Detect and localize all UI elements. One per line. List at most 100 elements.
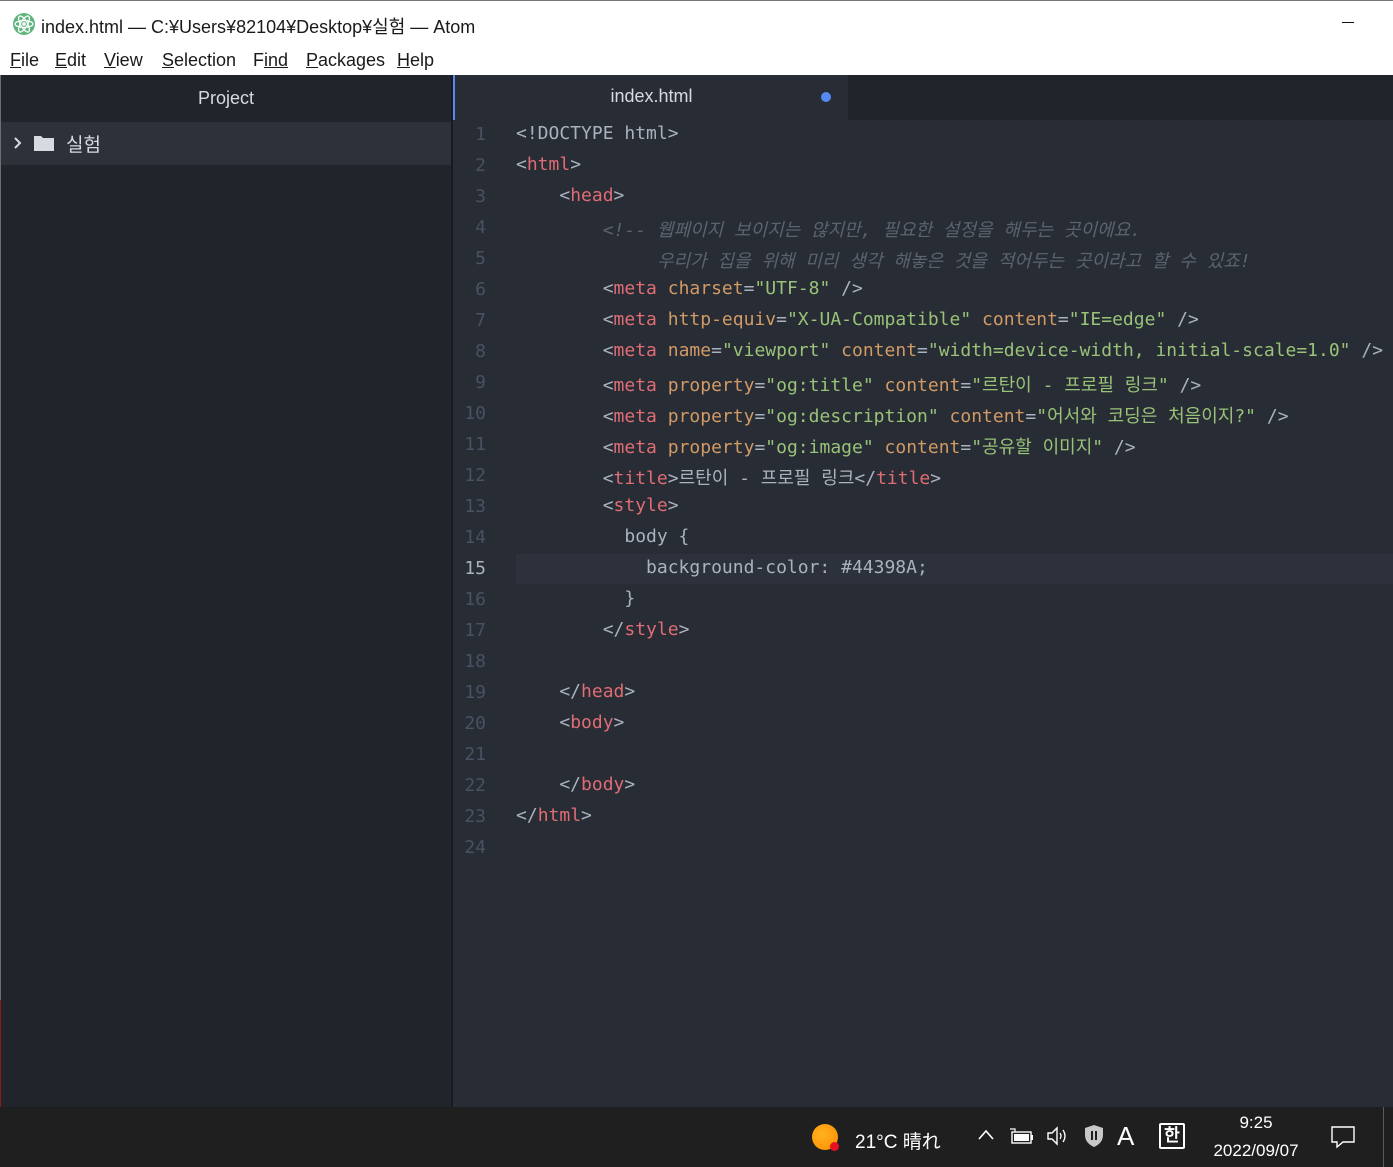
ime-mode-indicator[interactable]: A [1117, 1121, 1134, 1152]
line-number[interactable]: 12 [453, 465, 486, 486]
line-number[interactable]: 11 [453, 434, 486, 455]
line-number[interactable]: 8 [453, 341, 486, 362]
menu-find[interactable]: Find [253, 50, 288, 71]
code-token: property [667, 437, 755, 458]
code-token: "IE=edge" [1068, 309, 1167, 330]
line-number[interactable]: 4 [453, 217, 486, 238]
line-number[interactable]: 1 [453, 124, 486, 145]
menu-packages[interactable]: Packages [306, 50, 385, 71]
code-token: < [516, 468, 614, 489]
code-line[interactable]: <meta charset="UTF-8" /> [516, 278, 863, 299]
battery-icon[interactable] [1009, 1127, 1035, 1147]
weather-widget[interactable]: 21°C 晴れ [855, 1127, 941, 1154]
minimize-button[interactable] [1338, 9, 1378, 37]
line-number[interactable]: 10 [453, 403, 486, 424]
code-line[interactable]: background-color: #44398A; [516, 557, 928, 578]
code-token: > [930, 468, 942, 489]
line-number[interactable]: 5 [453, 248, 486, 269]
line-number[interactable]: 16 [453, 589, 486, 610]
menu-selection-label: election [174, 50, 237, 70]
code-line[interactable]: <meta name="viewport" content="width=dev… [516, 340, 1383, 361]
code-token: body [581, 774, 625, 795]
code-line[interactable]: <head> [516, 185, 624, 206]
line-number[interactable]: 15 [453, 558, 486, 579]
tree-item-folder[interactable]: 실험 [1, 122, 451, 165]
chevron-right-icon[interactable] [12, 134, 26, 152]
window-title: index.html — C:¥Users¥82104¥Desktop¥실험 —… [41, 17, 476, 37]
code-token: content [884, 437, 961, 458]
code-line[interactable]: <!DOCTYPE html> [516, 123, 679, 144]
code-line[interactable]: } [516, 588, 635, 609]
menu-file[interactable]: File [10, 50, 39, 71]
menu-help[interactable]: Help [397, 50, 434, 71]
code-line[interactable]: 우리가 집을 위해 미리 생각 해놓은 것을 적어두는 곳이라고 할 수 있죠! [516, 247, 1251, 273]
code-token: = [1025, 406, 1037, 427]
clock-date[interactable]: 2022/09/07 [1205, 1141, 1307, 1161]
chevron-up-icon[interactable] [977, 1125, 995, 1145]
line-number[interactable]: 18 [453, 651, 486, 672]
code-token: body { [516, 526, 690, 547]
line-number[interactable]: 6 [453, 279, 486, 300]
code-token: meta [613, 406, 657, 427]
code-token: </ [516, 619, 625, 640]
code-token: = [743, 278, 755, 299]
menu-selection[interactable]: Selection [162, 50, 236, 71]
code-line[interactable]: <style> [516, 495, 679, 516]
line-number[interactable]: 24 [453, 837, 486, 858]
code-token: http-equiv [667, 309, 777, 330]
line-number[interactable]: 21 [453, 744, 486, 765]
line-number[interactable]: 17 [453, 620, 486, 641]
code-editor[interactable]: 1 2 3 4 5 6 7 8 9 10 11 12 13 14 15 16 17 18 19 20 21 22 23 24 … [453, 120, 1393, 1107]
code-line[interactable]: <title>르탄이 - 프로필 링크</title> [516, 464, 941, 490]
code-token: </ [516, 805, 538, 826]
shield-icon[interactable] [1083, 1123, 1105, 1149]
menu-edit[interactable]: Edit [55, 50, 86, 71]
line-number[interactable]: 3 [453, 186, 486, 207]
code-line[interactable]: </body> [516, 774, 635, 795]
code-line[interactable]: <meta http-equiv="X-UA-Compatible" conte… [516, 309, 1199, 330]
code-line[interactable]: <!-- 웹페이지 보이지는 않지만, 필요한 설정을 해두는 곳이에요. [516, 216, 1141, 242]
code-line[interactable]: <html> [516, 154, 581, 175]
code-line[interactable]: <meta property="og:image" content="공유할 이… [516, 433, 1136, 459]
taskbar: 21°C 晴れ A 한 9:25 2022/09/07 [0, 1107, 1393, 1167]
code-line[interactable]: </head> [516, 681, 635, 702]
line-number[interactable]: 20 [453, 713, 486, 734]
tab-index-html[interactable]: index.html [453, 75, 848, 120]
line-number[interactable]: 14 [453, 527, 486, 548]
code-line[interactable]: body { [516, 526, 689, 547]
line-number-gutter[interactable]: 1 2 3 4 5 6 7 8 9 10 11 12 13 14 15 16 17 18 19 20 21 22 23 24 [453, 120, 503, 1107]
code-token: = [754, 375, 766, 396]
folder-icon [34, 136, 54, 151]
code-token: } [516, 588, 636, 609]
clock-time[interactable]: 9:25 [1210, 1113, 1302, 1133]
menu-view[interactable]: View [104, 50, 143, 71]
code-token: "og:image" [765, 437, 874, 458]
title-bar: index.html — C:¥Users¥82104¥Desktop¥실험 —… [0, 0, 1393, 46]
line-number[interactable]: 9 [453, 372, 486, 393]
ime-hangul-indicator[interactable]: 한 [1159, 1123, 1185, 1149]
line-number[interactable]: 13 [453, 496, 486, 517]
code-line[interactable]: <meta property="og:title" content="르탄이 -… [516, 371, 1202, 397]
code-token: "어서와 코딩은 처음이지?" [1036, 406, 1257, 427]
code-line[interactable]: <meta property="og:description" content=… [516, 402, 1289, 428]
project-panel-title[interactable]: Project [1, 75, 451, 121]
line-number[interactable]: 7 [453, 310, 486, 331]
notification-icon[interactable] [1330, 1124, 1356, 1150]
code-token: <!DOCTYPE html> [516, 123, 679, 144]
code-line[interactable]: </html> [516, 805, 592, 826]
sun-icon[interactable] [812, 1124, 839, 1151]
line-number[interactable]: 2 [453, 155, 486, 176]
line-number[interactable]: 22 [453, 775, 486, 796]
code-line[interactable]: </style> [516, 619, 690, 640]
modified-indicator-icon[interactable] [821, 92, 831, 102]
code-line[interactable]: <body> [516, 712, 624, 733]
line-number[interactable]: 19 [453, 682, 486, 703]
code-token: "공유할 이미지" [971, 437, 1104, 458]
line-number[interactable]: 23 [453, 806, 486, 827]
code-token: <!-- 웹페이지 보이지는 않지만, 필요한 설정을 해두는 곳이에요. [516, 220, 1142, 241]
volume-icon[interactable] [1045, 1125, 1071, 1147]
code-token: property [667, 375, 755, 396]
code-token: meta [613, 375, 657, 396]
